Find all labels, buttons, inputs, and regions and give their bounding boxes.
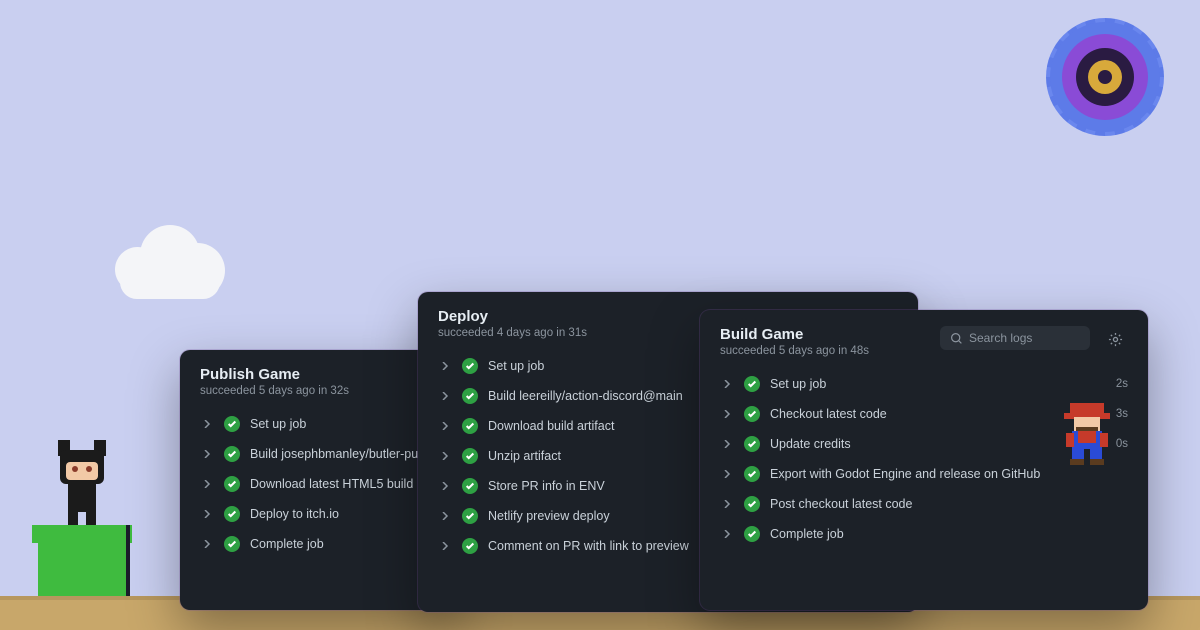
chevron-right-icon	[720, 500, 734, 508]
step-row[interactable]: Complete job	[188, 529, 452, 559]
step-row[interactable]: Build josephbmanley/butler-publis	[188, 439, 452, 469]
step-duration: 2s	[1116, 378, 1128, 390]
step-label: Set up job	[770, 377, 1106, 391]
success-check-icon	[462, 538, 478, 554]
search-icon	[950, 332, 963, 345]
search-placeholder: Search logs	[969, 331, 1032, 345]
panel-subtitle: succeeded 5 days ago in 32s	[200, 385, 440, 397]
step-label: Complete job	[250, 537, 440, 551]
success-check-icon	[744, 496, 760, 512]
step-row[interactable]: Set up job	[188, 409, 452, 439]
chevron-right-icon	[438, 512, 452, 520]
step-label: Post checkout latest code	[770, 497, 1128, 511]
search-input[interactable]: Search logs	[940, 326, 1090, 350]
success-check-icon	[462, 358, 478, 374]
step-label: Set up job	[250, 417, 440, 431]
chevron-right-icon	[438, 452, 452, 460]
success-check-icon	[744, 526, 760, 542]
success-check-icon	[744, 436, 760, 452]
pipe-decoration	[38, 525, 126, 600]
success-check-icon	[744, 376, 760, 392]
success-check-icon	[224, 446, 240, 462]
success-check-icon	[744, 466, 760, 482]
chevron-right-icon	[720, 410, 734, 418]
portal-decoration	[1050, 22, 1160, 132]
gear-icon	[1108, 332, 1123, 347]
chevron-right-icon	[720, 380, 734, 388]
mario-sprite	[1064, 403, 1110, 465]
step-label: Build josephbmanley/butler-publis	[250, 447, 440, 461]
chevron-right-icon	[438, 392, 452, 400]
chevron-right-icon	[720, 470, 734, 478]
scene: Publish Game succeeded 5 days ago in 32s…	[0, 0, 1200, 630]
step-row[interactable]: Download latest HTML5 build	[188, 469, 452, 499]
step-row[interactable]: Post checkout latest code	[708, 489, 1140, 519]
chevron-right-icon	[438, 362, 452, 370]
step-duration: 3s	[1116, 408, 1128, 420]
chevron-right-icon	[200, 480, 214, 488]
step-label: Export with Godot Engine and release on …	[770, 467, 1128, 481]
panel-header: Build Game succeeded 5 days ago in 48s S…	[700, 310, 1148, 365]
step-row[interactable]: Complete job	[708, 519, 1140, 549]
cloud-decoration	[115, 225, 225, 300]
success-check-icon	[224, 476, 240, 492]
chevron-right-icon	[720, 530, 734, 538]
panel-title: Build Game	[720, 326, 928, 343]
chevron-right-icon	[200, 450, 214, 458]
success-check-icon	[462, 388, 478, 404]
settings-button[interactable]	[1102, 326, 1128, 352]
chevron-right-icon	[438, 542, 452, 550]
success-check-icon	[224, 416, 240, 432]
chevron-right-icon	[200, 510, 214, 518]
success-check-icon	[462, 478, 478, 494]
octocat-sprite	[52, 440, 112, 525]
chevron-right-icon	[720, 440, 734, 448]
success-check-icon	[224, 536, 240, 552]
step-label: Deploy to itch.io	[250, 507, 440, 521]
step-label: Update credits	[770, 437, 1106, 451]
step-row[interactable]: Set up job 2s	[708, 369, 1140, 399]
success-check-icon	[462, 418, 478, 434]
step-label: Complete job	[770, 527, 1128, 541]
success-check-icon	[462, 448, 478, 464]
panel-title: Publish Game	[200, 366, 440, 383]
step-label: Checkout latest code	[770, 407, 1106, 421]
step-row[interactable]: Deploy to itch.io	[188, 499, 452, 529]
chevron-right-icon	[438, 422, 452, 430]
success-check-icon	[462, 508, 478, 524]
chevron-right-icon	[200, 420, 214, 428]
success-check-icon	[744, 406, 760, 422]
step-label: Download latest HTML5 build	[250, 477, 440, 491]
success-check-icon	[224, 506, 240, 522]
panel-subtitle: succeeded 5 days ago in 48s	[720, 345, 928, 357]
chevron-right-icon	[200, 540, 214, 548]
step-duration: 0s	[1116, 438, 1128, 450]
chevron-right-icon	[438, 482, 452, 490]
